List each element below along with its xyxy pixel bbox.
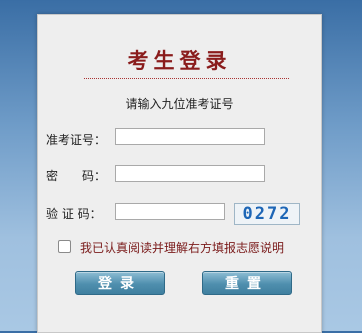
password-label: 密 码： — [46, 169, 107, 183]
captcha-input[interactable] — [115, 203, 225, 220]
exam-number-input[interactable] — [115, 128, 265, 145]
divider — [84, 78, 289, 79]
reset-button[interactable]: 重置 — [202, 271, 292, 295]
captcha-label: 验 证 码： — [46, 207, 102, 221]
password-input[interactable] — [115, 165, 265, 182]
captcha-image[interactable]: 0272 — [234, 203, 300, 225]
subtitle: 请输入九位准考证号 — [125, 97, 234, 111]
page-title: 考生登录 — [127, 48, 232, 73]
agree-text: 我已认真阅读并理解右方填报志愿说明 — [80, 241, 285, 255]
login-button[interactable]: 登录 — [75, 271, 165, 295]
exam-number-label: 准考证号： — [46, 133, 107, 147]
agree-checkbox[interactable] — [58, 240, 71, 253]
login-panel: 考生登录 请输入九位准考证号 准考证号： 密 码： 验 证 码： 0272 我已… — [37, 14, 322, 333]
